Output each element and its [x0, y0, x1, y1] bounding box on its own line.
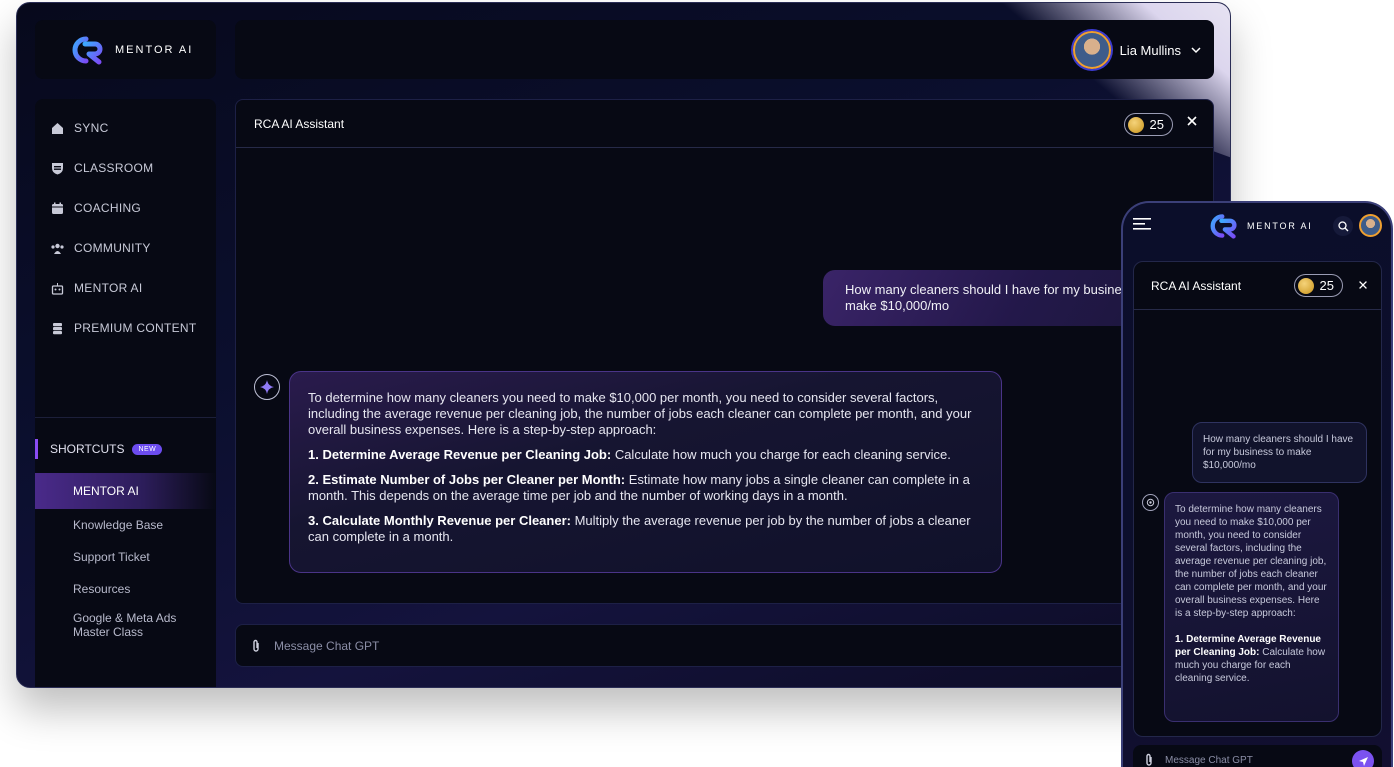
sidebar-item-sync[interactable]: SYNC	[35, 108, 216, 148]
sidebar-item-label: CLASSROOM	[74, 161, 154, 175]
coin-icon	[1127, 116, 1144, 133]
shortcut-knowledge-base[interactable]: Knowledge Base	[35, 509, 216, 541]
shortcut-resources[interactable]: Resources	[35, 573, 216, 605]
chat-title: RCA AI Assistant	[254, 116, 345, 131]
shortcut-ads-master-class[interactable]: Google & Meta Ads Master Class	[35, 605, 185, 649]
ai-step: 3. Calculate Monthly Revenue per Cleaner…	[308, 513, 971, 544]
coin-count: 25	[1149, 117, 1164, 132]
sparkle-icon	[254, 374, 280, 400]
ai-intro: To determine how many cleaners you need …	[308, 390, 972, 437]
mobile-window: MENTOR AI RCA AI Assistant 25 How many c…	[1121, 201, 1393, 767]
sidebar-item-coaching[interactable]: COACHING	[35, 188, 216, 228]
people-icon	[51, 243, 64, 254]
ai-step: 1. Determine Average Revenue per Cleanin…	[1175, 634, 1326, 684]
mobile-chat-header: RCA AI Assistant 25	[1134, 262, 1381, 310]
paperclip-icon[interactable]	[250, 639, 262, 653]
ai-intro: To determine how many cleaners you need …	[1175, 504, 1327, 619]
close-icon[interactable]	[1357, 279, 1369, 291]
mobile-brand-logo[interactable]: MENTOR AI	[1209, 213, 1313, 239]
coin-icon	[1297, 277, 1314, 294]
mobile-chat-panel: RCA AI Assistant 25 How many cleaners sh…	[1133, 261, 1382, 737]
mobile-top-bar: MENTOR AI	[1123, 203, 1391, 251]
close-icon[interactable]	[1185, 114, 1199, 128]
ai-message: To determine how many cleaners you need …	[289, 371, 1002, 573]
search-button[interactable]	[1333, 216, 1353, 236]
paperclip-icon[interactable]	[1143, 753, 1155, 767]
top-bar: Lia Mullins	[235, 20, 1214, 79]
shortcut-mentor-ai[interactable]: MENTOR AI	[35, 473, 216, 509]
message-input[interactable]	[274, 638, 1074, 653]
shortcuts-list: MENTOR AI Knowledge Base Support Ticket …	[35, 473, 216, 649]
sidebar-item-mentor-ai[interactable]: MENTOR AI	[35, 268, 216, 308]
sidebar-item-classroom[interactable]: CLASSROOM	[35, 148, 216, 188]
sidebar-item-label: COACHING	[74, 201, 142, 215]
shortcut-support-ticket[interactable]: Support Ticket	[35, 541, 216, 573]
brand-logo[interactable]: MENTOR AI	[35, 20, 216, 79]
message-bar	[235, 624, 1214, 667]
ai-step: 1. Determine Average Revenue per Cleanin…	[308, 447, 951, 462]
database-icon	[53, 322, 62, 334]
robot-icon	[51, 282, 64, 295]
calendar-icon	[52, 202, 63, 214]
chat-panel: RCA AI Assistant 25 How many cleaners sh…	[235, 99, 1223, 604]
search-icon	[1337, 220, 1348, 231]
ai-message: To determine how many cleaners you need …	[1164, 492, 1339, 722]
new-badge: NEW	[132, 443, 163, 455]
user-name: Lia Mullins	[1119, 42, 1181, 58]
ai-avatar-icon	[1142, 494, 1159, 511]
menu-icon[interactable]	[1133, 217, 1151, 231]
sidebar-item-label: SYNC	[74, 121, 109, 135]
user-message: How many cleaners should I have for my b…	[1192, 422, 1367, 483]
mentor-logo-icon	[72, 36, 103, 64]
sidebar: SYNC CLASSROOM COACHING COMMUNITY MENTOR…	[35, 99, 216, 687]
mobile-message-bar	[1133, 745, 1382, 767]
shield-icon	[52, 162, 63, 174]
sidebar-item-premium-content[interactable]: PREMIUM CONTENT	[35, 308, 216, 348]
user-menu[interactable]: Lia Mullins	[1072, 30, 1202, 70]
coin-count: 25	[1319, 278, 1334, 293]
brand-name: MENTOR AI	[115, 43, 194, 56]
chevron-down-icon[interactable]	[1190, 44, 1202, 56]
coin-balance: 25	[1123, 113, 1173, 136]
ai-step: 2. Estimate Number of Jobs per Cleaner p…	[308, 472, 970, 503]
sidebar-item-label: PREMIUM CONTENT	[74, 321, 197, 335]
avatar[interactable]	[1072, 31, 1111, 69]
sidebar-item-label: COMMUNITY	[74, 241, 151, 255]
coin-balance: 25	[1293, 274, 1343, 297]
message-input[interactable]	[1165, 754, 1335, 766]
sidebar-item-community[interactable]: COMMUNITY	[35, 228, 216, 268]
mentor-logo-icon	[1210, 214, 1237, 239]
send-icon	[1358, 756, 1368, 766]
sidebar-item-label: MENTOR AI	[74, 281, 143, 295]
avatar[interactable]	[1359, 214, 1382, 237]
shortcuts-label: SHORTCUTS	[50, 442, 125, 456]
shortcuts-heading: SHORTCUTS NEW	[35, 439, 163, 459]
divider	[35, 417, 216, 418]
send-button[interactable]	[1352, 750, 1374, 767]
brand-name: MENTOR AI	[1247, 221, 1313, 231]
chat-title: RCA AI Assistant	[1151, 278, 1242, 293]
chat-header: RCA AI Assistant 25	[236, 100, 1213, 148]
desktop-window: MENTOR AI Lia Mullins SYNC CLASSROOM COA…	[16, 2, 1231, 688]
home-icon	[52, 122, 63, 134]
